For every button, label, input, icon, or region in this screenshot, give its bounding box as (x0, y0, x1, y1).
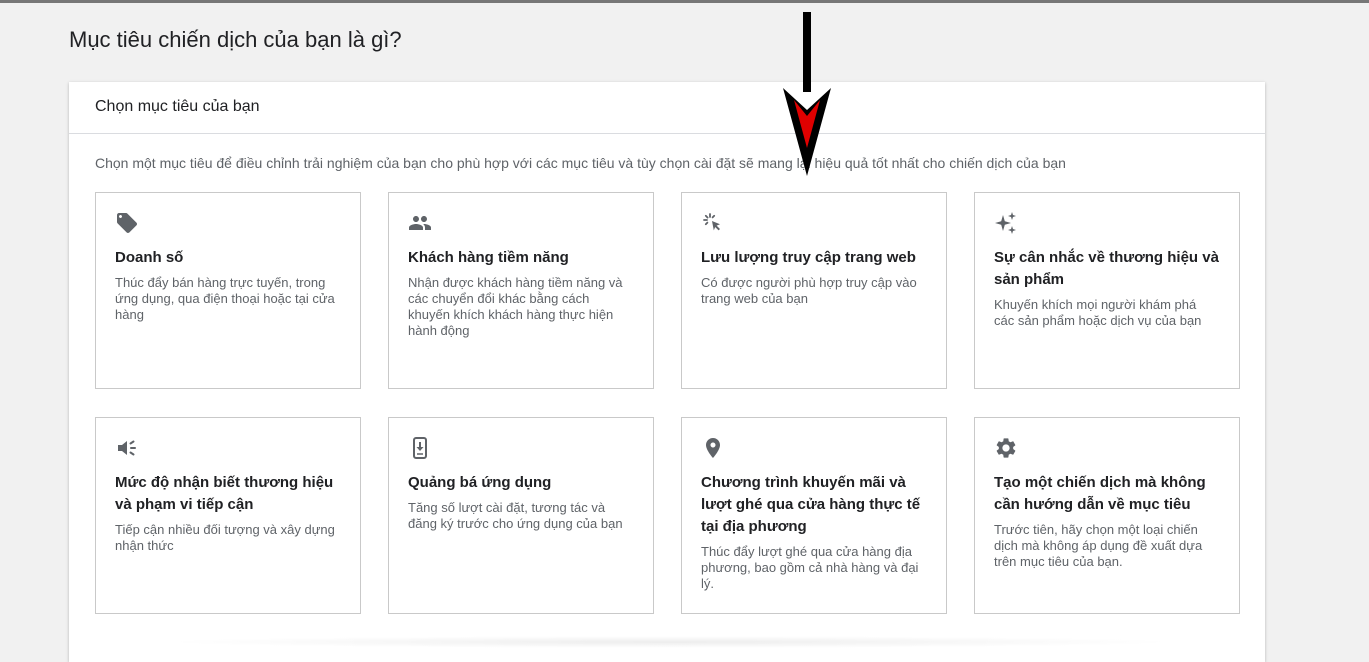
card-title: Sự cân nhắc về thương hiệu và sản phẩm (994, 249, 1219, 288)
card-title: Khách hàng tiềm năng (408, 249, 569, 266)
card-title: Mức độ nhận biết thương hiệu và phạm vi … (115, 474, 334, 513)
gear-icon (994, 436, 1020, 462)
card-description: Thúc đẩy lượt ghé qua cửa hàng địa phươn… (701, 544, 919, 591)
objective-card-consideration[interactable]: Sự cân nhắc về thương hiệu và sản phẩm K… (974, 192, 1240, 389)
card-title: Quảng bá ứng dụng (408, 474, 552, 491)
objective-card-local-store-visits[interactable]: Chương trình khuyến mãi và lượt ghé qua … (681, 417, 947, 614)
annotation-arrow-icon (783, 12, 831, 176)
objective-card-sales[interactable]: Doanh số Thúc đẩy bán hàng trực tuyến, t… (95, 192, 361, 389)
top-border (0, 0, 1369, 3)
bottom-shadow (160, 636, 1180, 648)
card-description: Có được người phù hợp truy cập vào trang… (701, 275, 917, 306)
megaphone-icon (115, 436, 141, 462)
card-title: Tạo một chiến dịch mà không cần hướng dẫ… (994, 474, 1206, 513)
card-title: Doanh số (115, 249, 184, 266)
cursor-click-icon (701, 211, 727, 237)
tag-icon (115, 211, 141, 237)
objective-card-awareness[interactable]: Mức độ nhận biết thương hiệu và phạm vi … (95, 417, 361, 614)
card-description: Tăng số lượt cài đặt, tương tác và đăng … (408, 500, 623, 531)
card-title: Chương trình khuyến mãi và lượt ghé qua … (701, 474, 921, 535)
objective-grid: Doanh số Thúc đẩy bán hàng trực tuyến, t… (95, 192, 1240, 614)
objective-card-no-guidance[interactable]: Tạo một chiến dịch mà không cần hướng dẫ… (974, 417, 1240, 614)
card-description: Nhận được khách hàng tiềm năng và các ch… (408, 275, 623, 338)
panel-header: Chọn mục tiêu của bạn (69, 82, 1265, 134)
card-description: Khuyến khích mọi người khám phá các sản … (994, 297, 1202, 328)
card-description: Tiếp cận nhiều đối tượng và xây dựng nhậ… (115, 522, 335, 553)
objective-card-app-promotion[interactable]: Quảng bá ứng dụng Tăng số lượt cài đặt, … (388, 417, 654, 614)
phone-download-icon (408, 436, 434, 462)
objective-card-website-traffic[interactable]: Lưu lượng truy cập trang web Có được ngư… (681, 192, 947, 389)
objective-panel: Chọn mục tiêu của bạn Chọn một mục tiêu … (69, 82, 1265, 662)
card-description: Thúc đẩy bán hàng trực tuyến, trong ứng … (115, 275, 335, 322)
location-pin-icon (701, 436, 727, 462)
sparkle-icon (994, 211, 1020, 237)
people-icon (408, 211, 434, 237)
panel-description: Chọn một mục tiêu để điều chỉnh trải ngh… (95, 155, 1066, 171)
card-title: Lưu lượng truy cập trang web (701, 249, 916, 266)
page-title: Mục tiêu chiến dịch của bạn là gì? (69, 27, 402, 52)
card-description: Trước tiên, hãy chọn một loại chiến dịch… (994, 522, 1203, 569)
objective-card-leads[interactable]: Khách hàng tiềm năng Nhận được khách hàn… (388, 192, 654, 389)
